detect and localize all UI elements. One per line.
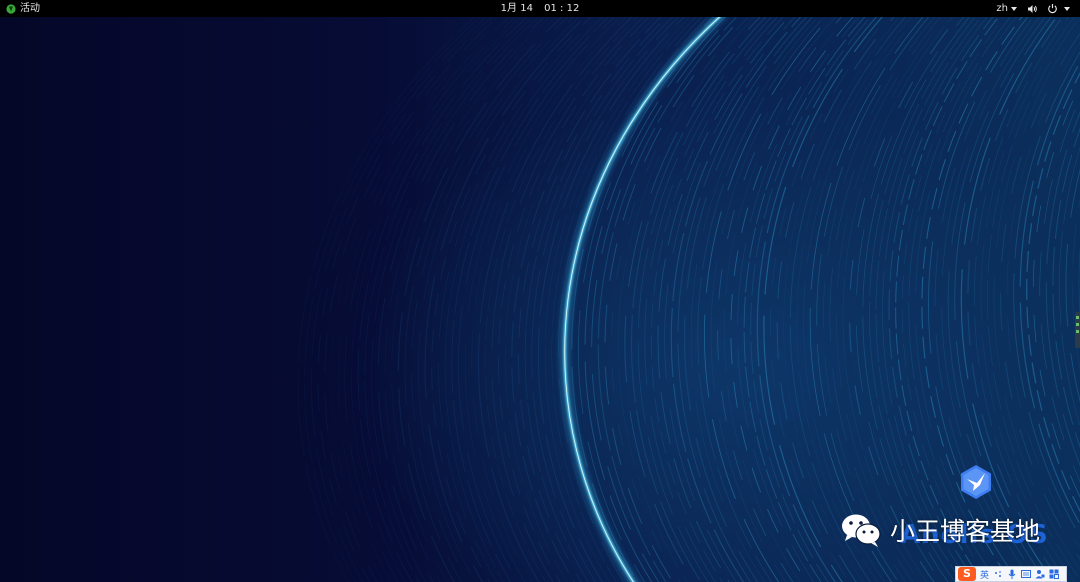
volume-icon [1028,4,1037,13]
top-panel: 活动 1月 14 01 : 12 zh [0,0,1080,17]
clock-date: 1月 14 [500,3,533,14]
dock-dot [1076,330,1079,333]
watermark-text: 小王博客基地 [890,517,1041,546]
grid-icon[interactable] [1049,569,1060,579]
language-label: zh [996,3,1008,14]
clock-button[interactable]: 1月 14 01 : 12 [0,0,1080,17]
chevron-down-icon [1064,6,1070,11]
microphone-icon[interactable] [1007,569,1017,579]
power-icon [1048,4,1057,14]
wallpaper-graphic [0,17,1080,582]
system-menu[interactable] [1027,3,1070,14]
chevron-down-icon [1011,6,1017,11]
desktop-wallpaper [0,17,1080,582]
sogou-logo-icon[interactable]: S [958,567,976,581]
user-icon[interactable] [1035,569,1045,579]
ime-mode-toggle[interactable]: 英 [980,568,989,581]
desktop-screen: 活动 1月 14 01 : 12 zh Anolis OS 小王博客基地 S 英 [0,0,1080,582]
dock-dot [1076,316,1079,319]
watermark: 小王博客基地 [840,512,1040,548]
wechat-icon [842,514,881,547]
punctuation-icon[interactable] [993,569,1003,579]
system-tray: zh [996,0,1070,17]
anolis-logo-icon [961,465,991,499]
dock-dot [1076,323,1079,326]
ime-toolbar: S 英 [955,566,1067,582]
side-dock-handle[interactable] [1075,312,1080,348]
keyboard-icon[interactable] [1021,569,1032,579]
clock-time: 01 : 12 [544,3,580,14]
language-menu[interactable]: zh [996,0,1017,17]
